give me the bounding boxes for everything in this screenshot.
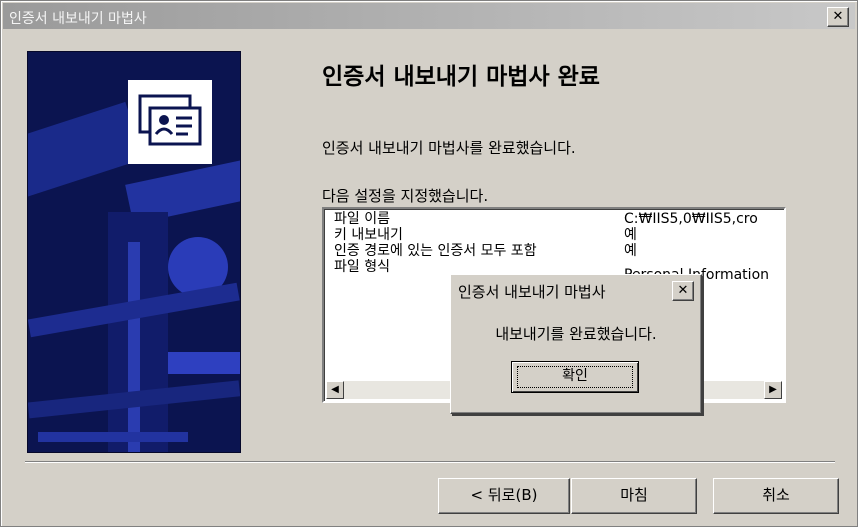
ok-button[interactable]: 확인: [511, 361, 639, 393]
dialog-message: 내보내기를 완료했습니다.: [495, 325, 657, 343]
setting-name: 파일 이름: [334, 211, 390, 227]
cancel-button[interactable]: 취소: [713, 478, 839, 514]
back-button[interactable]: < 뒤로(B): [438, 478, 570, 514]
page-title: 인증서 내보내기 마법사 완료: [322, 64, 600, 90]
setting-value: 예: [624, 243, 637, 259]
complete-text: 인증서 내보내기 마법사를 완료했습니다.: [322, 139, 576, 157]
dialog-title: 인증서 내보내기 마법사: [458, 283, 606, 301]
finish-button[interactable]: 마침: [571, 478, 697, 514]
certificate-icon: [128, 80, 212, 164]
ok-button-label: 확인: [562, 368, 588, 384]
setting-name: 키 내보내기: [334, 227, 403, 243]
window-title: 인증서 내보내기 마법사: [9, 11, 147, 27]
settings-label: 다음 설정을 지정했습니다.: [322, 187, 489, 205]
wizard-window: 인증서 내보내기 마법사 ✕ 인증서 내보내기 마법사 완료 인증서 내보내기 …: [0, 0, 858, 527]
setting-value: 예: [624, 227, 637, 243]
setting-name: 인증 경로에 있는 인증서 모두 포함: [334, 243, 537, 259]
footer-divider: [25, 461, 835, 463]
completion-dialog: 인증서 내보내기 마법사 ✕ 내보내기를 완료했습니다. 확인: [450, 274, 702, 414]
scroll-left-icon[interactable]: ◀: [326, 381, 344, 399]
close-button[interactable]: ✕: [827, 7, 849, 27]
dialog-close-button[interactable]: ✕: [672, 281, 694, 301]
wizard-banner: [27, 51, 241, 453]
dialog-title-bar[interactable]: 인증서 내보내기 마법사 ✕: [454, 278, 698, 302]
setting-value: C:₩IIS5,0₩IIS5,cro: [624, 211, 758, 227]
title-bar[interactable]: 인증서 내보내기 마법사 ✕: [3, 3, 855, 29]
scroll-right-icon[interactable]: ▶: [764, 381, 782, 399]
setting-name: 파일 형식: [334, 259, 390, 275]
